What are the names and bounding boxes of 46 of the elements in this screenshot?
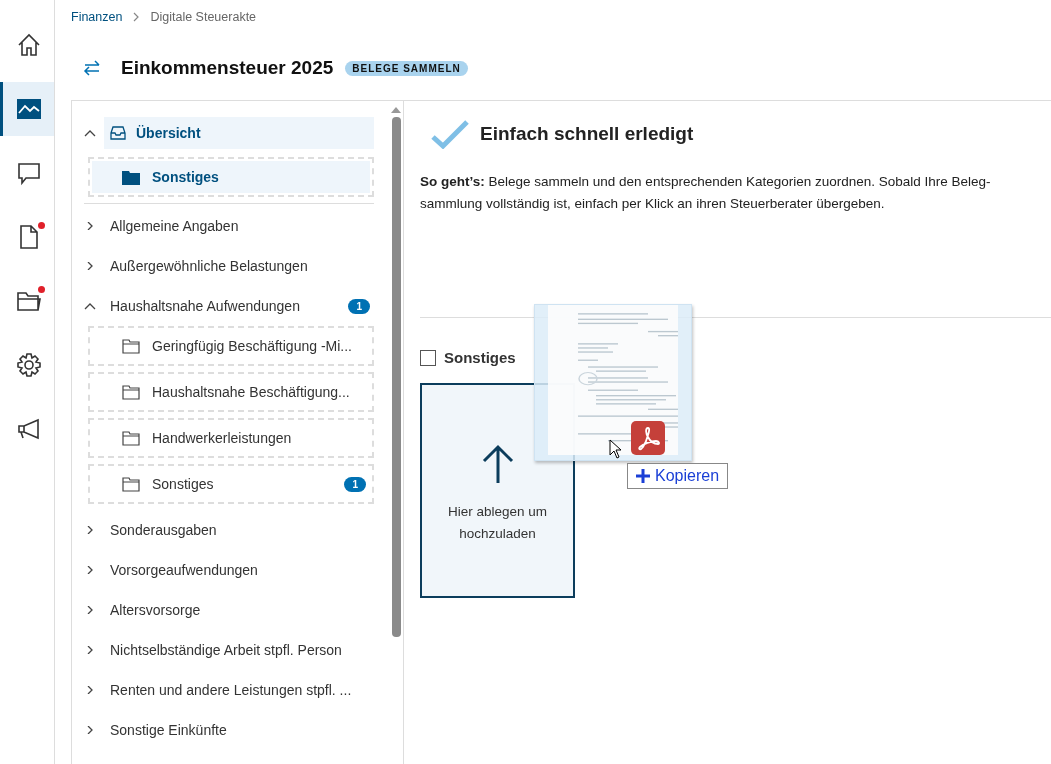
- drop-zone[interactable]: Hier ablegen um hochzuladen: [420, 383, 575, 598]
- megaphone-icon: [15, 416, 42, 442]
- chat-icon: [15, 160, 42, 186]
- checkmark-icon: [430, 119, 470, 149]
- tree-item[interactable]: Sonderausgaben: [104, 514, 374, 546]
- folder-icon: [122, 338, 140, 354]
- cursor-icon: [609, 439, 623, 459]
- tree-item[interactable]: Allgemeine Angaben: [104, 210, 374, 242]
- settings-icon: [15, 352, 42, 378]
- status-badge: BELEGE SAMMELN: [345, 60, 468, 76]
- page-title: Einkommensteuer 2025: [121, 57, 334, 79]
- count-badge: 1: [344, 476, 366, 492]
- tree-item[interactable]: Altersvorsorge: [104, 594, 374, 626]
- instruction-text: So geht’s: Belege sammeln und den entsprechenden Kategorien zuordnen. Sobald Ihre Beleg- sammlung vollständig ist, einfach per Klick an ihren Steuerberater übergeben.: [420, 173, 992, 213]
- chart-icon: [15, 98, 42, 120]
- swap-icon[interactable]: [83, 60, 101, 76]
- section-heading: Einfach schnell erledigt: [480, 123, 694, 145]
- chevron-icon[interactable]: [84, 302, 96, 310]
- tree-item[interactable]: Haushaltsnahe Aufwendungen: [104, 290, 341, 322]
- scroll-up-icon[interactable]: [391, 107, 401, 113]
- drop-hint: Hier ablegen um hochzuladen: [446, 503, 549, 543]
- tree-item[interactable]: Renten und andere Leistungen stpfl. ...: [104, 674, 374, 706]
- folder-icon: [122, 430, 140, 446]
- chevron-icon: [132, 12, 141, 22]
- inbox-icon: [110, 126, 126, 140]
- category-label: Sonstiges: [444, 349, 516, 366]
- breadcrumb-current: Digitale Steuerakte: [150, 10, 257, 24]
- folder-icon: [122, 384, 140, 400]
- folder-icon: [122, 476, 140, 492]
- count-badge: 1: [348, 298, 370, 314]
- plus-icon: [636, 469, 650, 483]
- scrollbar[interactable]: [389, 101, 404, 764]
- checkbox[interactable]: [420, 349, 436, 366]
- chevron-icon[interactable]: [84, 129, 96, 137]
- pdf-icon: [631, 421, 665, 455]
- tree-item[interactable]: Vorsorgeaufwendungen: [104, 554, 374, 586]
- breadcrumb-link[interactable]: Finanzen: [71, 10, 123, 24]
- folder-icon: [122, 169, 140, 185]
- tree-item[interactable]: Sonstiges: [92, 161, 370, 193]
- tree-item[interactable]: Nichtselbständige Arbeit stpfl. Person: [104, 634, 374, 666]
- tree-item[interactable]: Außergewöhnliche Belastungen: [104, 250, 374, 282]
- tree-item[interactable]: Übersicht: [104, 117, 374, 149]
- nav-item[interactable]: [0, 82, 54, 136]
- tree-item[interactable]: Sonstige Einkünfte: [104, 714, 374, 746]
- tooltip-text: Kopieren: [655, 467, 720, 485]
- scrollbar-thumb[interactable]: [391, 117, 401, 637]
